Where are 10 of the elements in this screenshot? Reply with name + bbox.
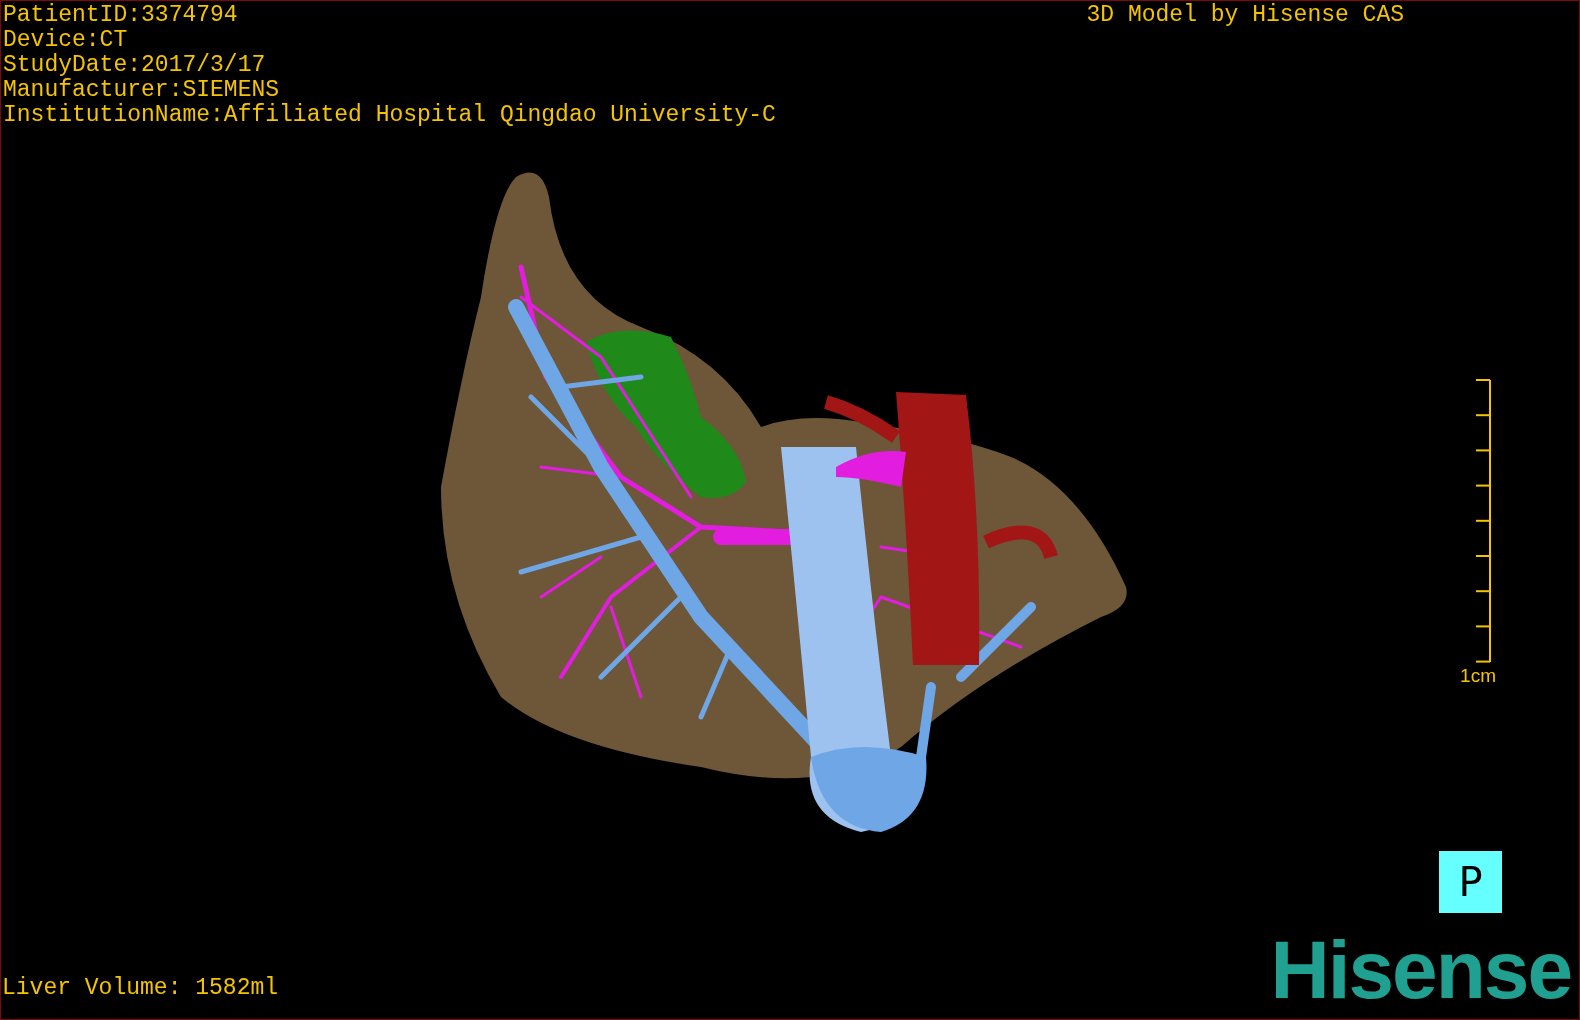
info-text: Manufacturer:SIEMENS — [3, 78, 281, 103]
info-text: Device:CT — [3, 28, 129, 53]
brand-logo: Hisense — [1270, 935, 1571, 1005]
scale-label: 1cm — [1460, 666, 1496, 686]
info-text: StudyDate:2017/3/17 — [3, 53, 267, 78]
info-text: PatientID:3374794 — [3, 3, 239, 28]
liver-volume-text: Liver Volume: 1582ml — [1, 976, 279, 1001]
info-text: InstitutionName:Affiliated Hospital Qingdao University-C — [3, 103, 776, 128]
orientation-marker: P — [1439, 851, 1502, 913]
model-title: 3D Model by Hisense CAS — [1086, 3, 1404, 28]
